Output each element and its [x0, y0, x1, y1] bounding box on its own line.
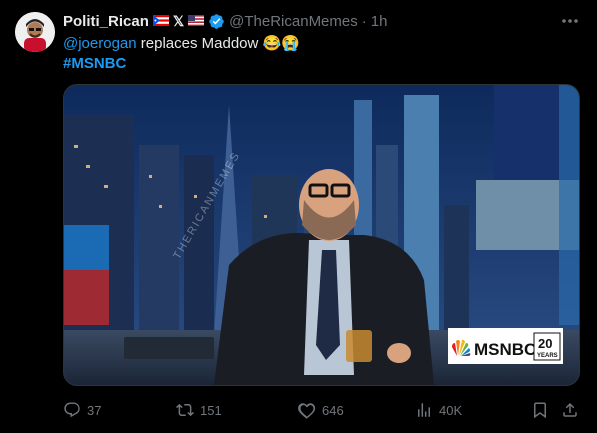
- repost-icon: [176, 401, 194, 419]
- views-chart-icon: [415, 401, 433, 419]
- emoji-text: 😂😭: [262, 35, 300, 52]
- like-count: 646: [322, 402, 344, 418]
- msnbc-logo-text: MSNBC: [474, 340, 536, 359]
- share-button[interactable]: [561, 399, 579, 421]
- tweet-text: @joerogan replaces Maddow 😂😭 #MSNBC: [63, 34, 300, 74]
- logo-badge-number: 20: [538, 336, 552, 351]
- timestamp[interactable]: 1h: [371, 13, 388, 30]
- display-name[interactable]: Politi_Rican: [63, 13, 149, 30]
- like-button[interactable]: 646: [298, 399, 344, 421]
- repost-count: 151: [200, 402, 222, 418]
- avatar[interactable]: [15, 12, 55, 52]
- tweet-line-1: @joerogan replaces Maddow 😂😭: [63, 34, 300, 54]
- reply-count: 37: [87, 402, 102, 418]
- action-bar: 37 151 646 40K: [63, 399, 583, 421]
- badges: 𝕏: [152, 12, 205, 30]
- reply-button[interactable]: 37: [63, 399, 101, 421]
- heart-icon: [298, 401, 316, 419]
- tweet-image[interactable]: MSNBC 20 YEARS THERICANMEMES: [63, 84, 580, 386]
- user-handle[interactable]: @TheRicanMemes: [229, 13, 358, 30]
- hashtag-link[interactable]: #MSNBC: [63, 55, 126, 72]
- reply-icon: [63, 401, 81, 419]
- views-button[interactable]: 40K: [415, 399, 462, 421]
- tweet: Politi_Rican 𝕏 @TheRicanMemes · 1h @joer…: [0, 0, 597, 433]
- logo-badge-sub: YEARS: [537, 353, 558, 359]
- repost-button[interactable]: 151: [176, 399, 222, 421]
- tweet-line-2: #MSNBC: [63, 54, 300, 74]
- usa-flag-icon: [188, 13, 205, 30]
- tweet-header: Politi_Rican 𝕏 @TheRicanMemes · 1h: [63, 10, 387, 32]
- separator: ·: [361, 12, 367, 30]
- puerto-rico-flag-icon: [152, 13, 169, 30]
- x-logo-icon: 𝕏: [172, 12, 185, 29]
- tweet-body: replaces Maddow: [136, 35, 263, 52]
- bookmark-icon: [531, 401, 549, 419]
- verified-badge-icon[interactable]: [208, 13, 225, 30]
- share-icon: [561, 401, 579, 419]
- mention-link[interactable]: @joerogan: [63, 35, 137, 52]
- bookmark-button[interactable]: [531, 399, 549, 421]
- more-options-icon[interactable]: [559, 12, 581, 30]
- views-count: 40K: [439, 402, 463, 418]
